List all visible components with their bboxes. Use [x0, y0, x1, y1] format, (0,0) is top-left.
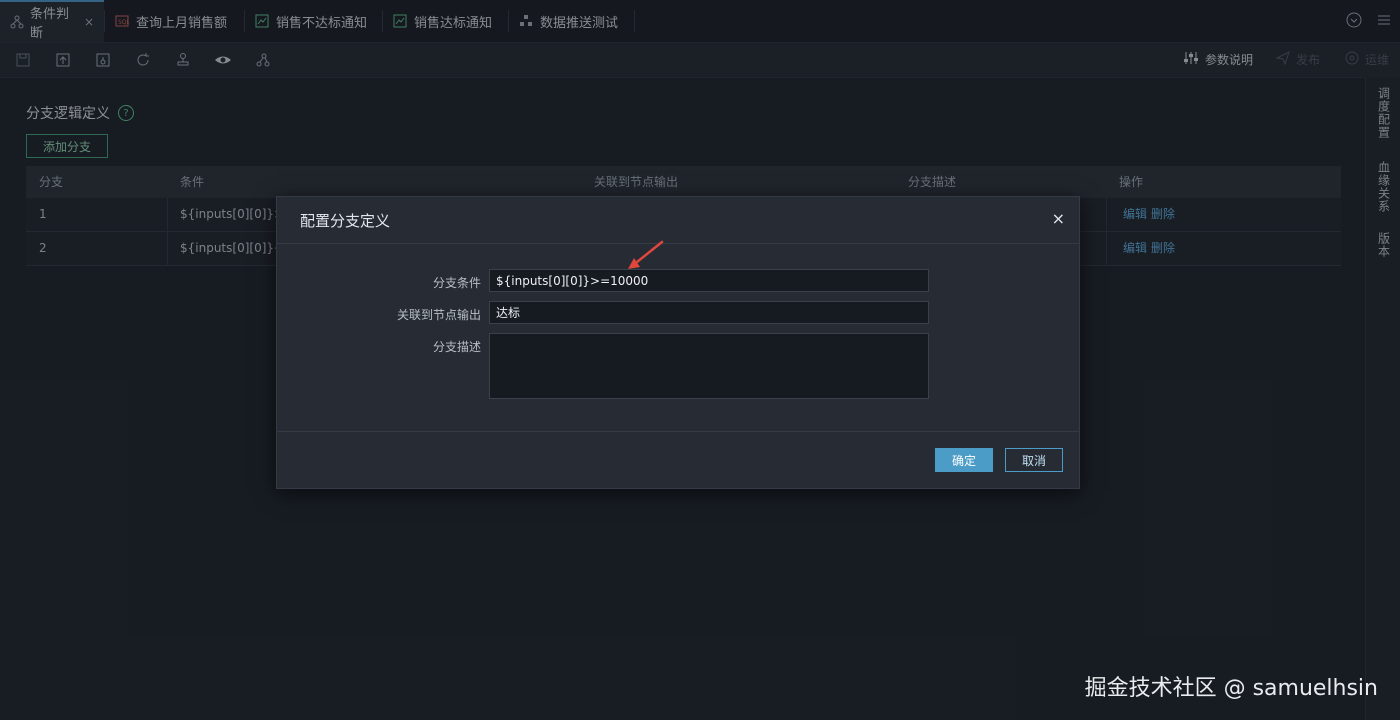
- output-input[interactable]: [489, 301, 929, 324]
- condition-label: 分支条件: [432, 276, 481, 290]
- cancel-button[interactable]: 取消: [1005, 448, 1063, 472]
- dialog-title: 配置分支定义: [300, 212, 391, 230]
- branch-config-dialog: 配置分支定义 × 分支条件 关联到节点输出 分支描述 确定 取消: [276, 196, 1080, 489]
- annotation-arrow-icon: [628, 240, 664, 269]
- dialog-divider: [277, 431, 1079, 432]
- confirm-button[interactable]: 确定: [935, 448, 993, 472]
- dialog-header: 配置分支定义 ×: [277, 197, 1079, 244]
- close-icon[interactable]: ×: [1052, 209, 1065, 228]
- watermark: 掘金技术社区 @ samuelhsin: [1084, 676, 1378, 701]
- description-textarea[interactable]: [489, 333, 929, 399]
- description-label: 分支描述: [432, 340, 481, 354]
- condition-input[interactable]: [489, 269, 929, 292]
- output-label: 关联到节点输出: [396, 308, 481, 322]
